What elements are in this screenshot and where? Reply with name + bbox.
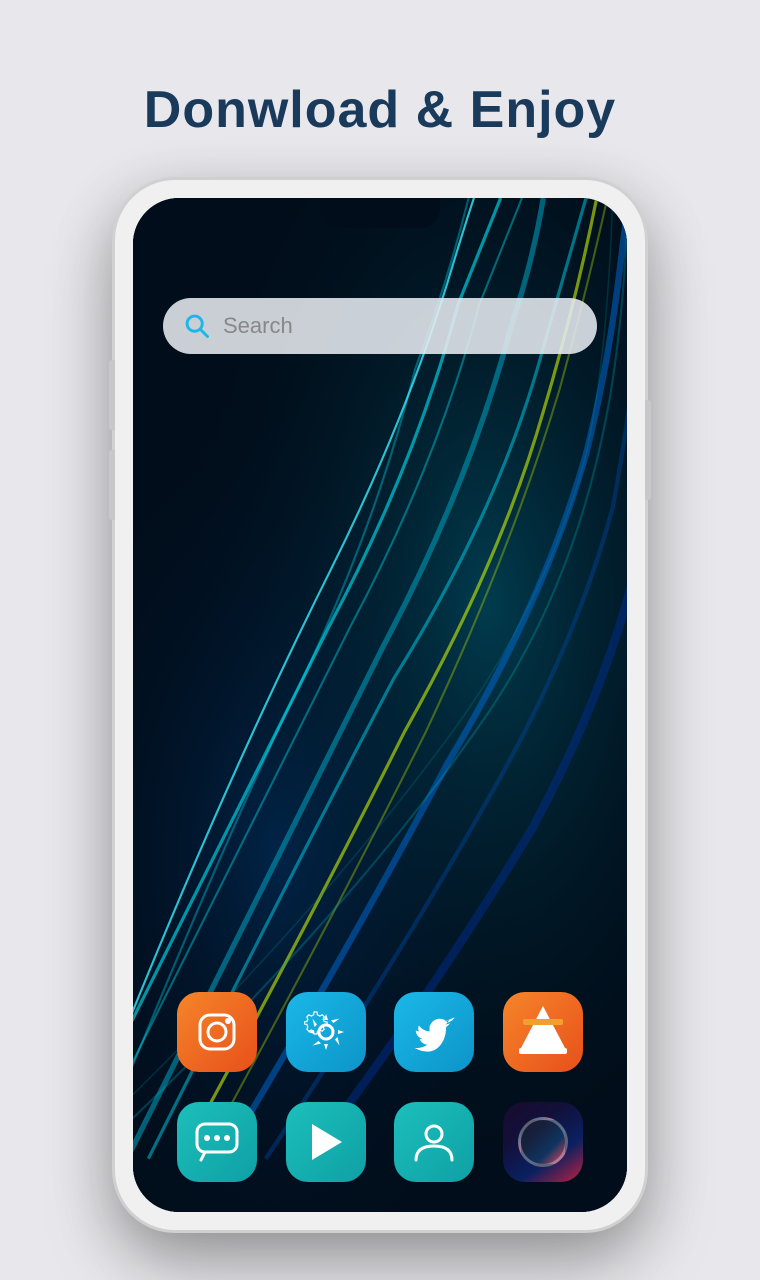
vlc-app-icon[interactable] bbox=[503, 992, 583, 1072]
camera-app-icon[interactable] bbox=[503, 1102, 583, 1182]
playstore-app-icon[interactable] bbox=[286, 1102, 366, 1182]
vlc-icon bbox=[515, 1002, 571, 1063]
bottom-dock bbox=[133, 1102, 627, 1182]
search-placeholder: Search bbox=[223, 313, 293, 339]
search-bar[interactable]: Search bbox=[163, 298, 597, 354]
phone-frame: Search bbox=[115, 180, 645, 1230]
phone-screen: Search bbox=[133, 198, 627, 1212]
contacts-app-icon[interactable] bbox=[394, 1102, 474, 1182]
main-dock bbox=[133, 992, 627, 1072]
settings-app-icon[interactable] bbox=[286, 992, 366, 1072]
page-title: Donwload & Enjoy bbox=[144, 80, 616, 140]
playstore-icon bbox=[304, 1120, 348, 1164]
twitter-icon bbox=[412, 1010, 456, 1054]
search-icon bbox=[183, 312, 211, 340]
messages-app-icon[interactable] bbox=[177, 1102, 257, 1182]
settings-icon bbox=[304, 1010, 348, 1054]
notch bbox=[320, 198, 440, 228]
instagram-icon bbox=[192, 1007, 242, 1057]
phone-mockup: Search bbox=[115, 180, 645, 1230]
camera-icon bbox=[518, 1117, 568, 1167]
instagram-app-icon[interactable] bbox=[177, 992, 257, 1072]
messages-icon bbox=[193, 1118, 241, 1166]
contacts-icon bbox=[412, 1120, 456, 1164]
twitter-app-icon[interactable] bbox=[394, 992, 474, 1072]
